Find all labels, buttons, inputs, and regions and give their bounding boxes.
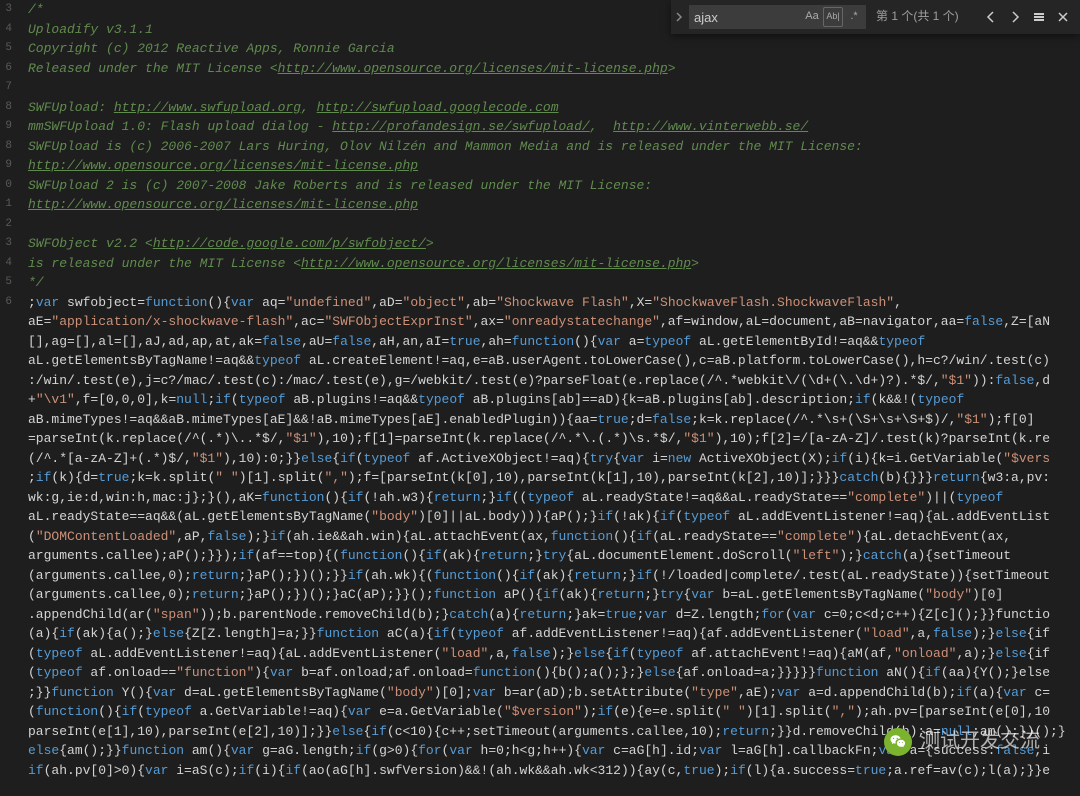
line-number [0,546,14,566]
code-line[interactable]: (typeof aL.addEventListener!=aq){aL.addE… [28,644,1080,664]
code-line[interactable]: aL.readyState==aq&&(aL.getElementsByTagN… [28,507,1080,527]
code-line[interactable]: (function(){if(typeof a.GetVariable!=aq)… [28,702,1080,722]
find-actions [980,6,1080,28]
line-number: 0 [0,176,14,196]
code-line[interactable]: mmSWFUpload 1.0: Flash upload dialog - h… [28,117,1080,137]
line-number [0,624,14,644]
code-editor[interactable]: 3456789890123456 /*Uploadify v3.1.1Copyr… [0,0,1080,796]
line-number: 3 [0,0,14,20]
code-line[interactable]: parseInt(e[1],10),parseInt(e[2],10)];}}e… [28,722,1080,742]
line-number [0,585,14,605]
find-result-count: 第 1 个(共 1 个) [870,7,980,27]
code-line[interactable]: :/win/.test(e),j=c?/mac/.test(c):/mac/.t… [28,371,1080,391]
code-line[interactable]: (/^.*[a-zA-Z]+(.*)$/,"$1"),10):0;}}else{… [28,449,1080,469]
line-number [0,449,14,469]
line-number: 8 [0,137,14,157]
line-number [0,507,14,527]
line-number: 4 [0,254,14,274]
line-number-gutter: 3456789890123456 [0,0,14,796]
code-line[interactable]: Released under the MIT License <http://w… [28,59,1080,79]
code-line[interactable]: if(ah.pv[0]>0){var i=aS(c);if(i){if(ao(a… [28,761,1080,781]
code-line[interactable]: [],ag=[],al=[],aJ,ad,ap,at,ak=false,aU=f… [28,332,1080,352]
code-line[interactable]: (typeof af.onload=="function"){var b=af.… [28,663,1080,683]
line-number [0,410,14,430]
code-line[interactable]: http://www.opensource.org/licenses/mit-l… [28,156,1080,176]
line-number [0,566,14,586]
line-number [0,605,14,625]
line-number: 9 [0,117,14,137]
line-number [0,527,14,547]
previous-match-icon[interactable] [980,6,1002,28]
code-line[interactable]: =parseInt(k.replace(/^(.*)\..*$/,"$1"),1… [28,429,1080,449]
line-number [0,351,14,371]
code-line[interactable]: ;var swfobject=function(){var aq="undefi… [28,293,1080,313]
code-line[interactable]: ;if(k){d=true;k=k.split(" ")[1].split(",… [28,468,1080,488]
find-widget: Aa Ab| .* 第 1 个(共 1 个) [671,0,1080,34]
code-line[interactable]: SWFUpload 2 is (c) 2007-2008 Jake Robert… [28,176,1080,196]
find-input-container: Aa Ab| .* [689,5,866,29]
line-number [0,722,14,742]
toggle-replace-icon[interactable] [671,0,687,34]
code-line[interactable]: SWFUpload is (c) 2006-2007 Lars Huring, … [28,137,1080,157]
line-number [0,390,14,410]
match-case-toggle[interactable]: Aa [802,7,822,27]
code-line[interactable]: aE="application/x-shockwave-flash",ac="S… [28,312,1080,332]
code-line[interactable]: http://www.opensource.org/licenses/mit-l… [28,195,1080,215]
line-number [0,741,14,761]
code-line[interactable]: SWFObject v2.2 <http://code.google.com/p… [28,234,1080,254]
code-line[interactable]: wk:g,ie:d,win:h,mac:j};}(),aK=function()… [28,488,1080,508]
line-number [0,702,14,722]
line-number: 6 [0,59,14,79]
code-line[interactable]: (arguments.callee,0);return;}aP();})();}… [28,566,1080,586]
line-number [0,683,14,703]
close-find-icon[interactable] [1052,6,1074,28]
line-number: 3 [0,234,14,254]
code-line[interactable]: aB.mimeTypes!=aq&&aB.mimeTypes[aE]&&!aB.… [28,410,1080,430]
line-number: 7 [0,78,14,98]
code-line[interactable]: .appendChild(ar("span"));b.parentNode.re… [28,605,1080,625]
whole-word-toggle[interactable]: Ab| [823,7,843,27]
line-number [0,429,14,449]
code-line[interactable]: ("DOMContentLoaded",aP,false);}if(ah.ie&… [28,527,1080,547]
code-line[interactable]: +"\v1",f=[0,0,0],k=null;if(typeof aB.plu… [28,390,1080,410]
code-line[interactable]: (arguments.callee,0);return;}aP();})();}… [28,585,1080,605]
line-number: 1 [0,195,14,215]
code-line[interactable]: (a){if(ak){a();}else{Z[Z.length]=a;}}fun… [28,624,1080,644]
code-line[interactable]: ;}}function Y(){var d=aL.getElementsByTa… [28,683,1080,703]
line-number: 5 [0,39,14,59]
line-number: 5 [0,273,14,293]
code-line[interactable] [28,215,1080,235]
code-line[interactable]: else{am();}}function am(){var g=aG.lengt… [28,741,1080,761]
line-number: 6 [0,293,14,313]
code-line[interactable] [28,78,1080,98]
code-line[interactable]: arguments.callee);aP();}});if(af==top){(… [28,546,1080,566]
line-number: 8 [0,98,14,118]
next-match-icon[interactable] [1004,6,1026,28]
line-number: 9 [0,156,14,176]
line-number [0,663,14,683]
line-number [0,371,14,391]
line-number [0,312,14,332]
line-number [0,644,14,664]
find-input[interactable] [690,8,802,27]
find-in-selection-icon[interactable] [1028,6,1050,28]
code-line[interactable]: */ [28,273,1080,293]
line-number: 4 [0,20,14,40]
line-number [0,332,14,352]
line-number [0,488,14,508]
code-content[interactable]: /*Uploadify v3.1.1Copyright (c) 2012 Rea… [14,0,1080,796]
code-line[interactable]: Copyright (c) 2012 Reactive Apps, Ronnie… [28,39,1080,59]
regex-toggle[interactable]: .* [844,7,864,27]
line-number [0,761,14,781]
line-number: 2 [0,215,14,235]
code-line[interactable]: aL.getElementsByTagName!=aq&&typeof aL.c… [28,351,1080,371]
code-line[interactable]: is released under the MIT License <http:… [28,254,1080,274]
line-number [0,468,14,488]
code-line[interactable]: SWFUpload: http://www.swfupload.org, htt… [28,98,1080,118]
